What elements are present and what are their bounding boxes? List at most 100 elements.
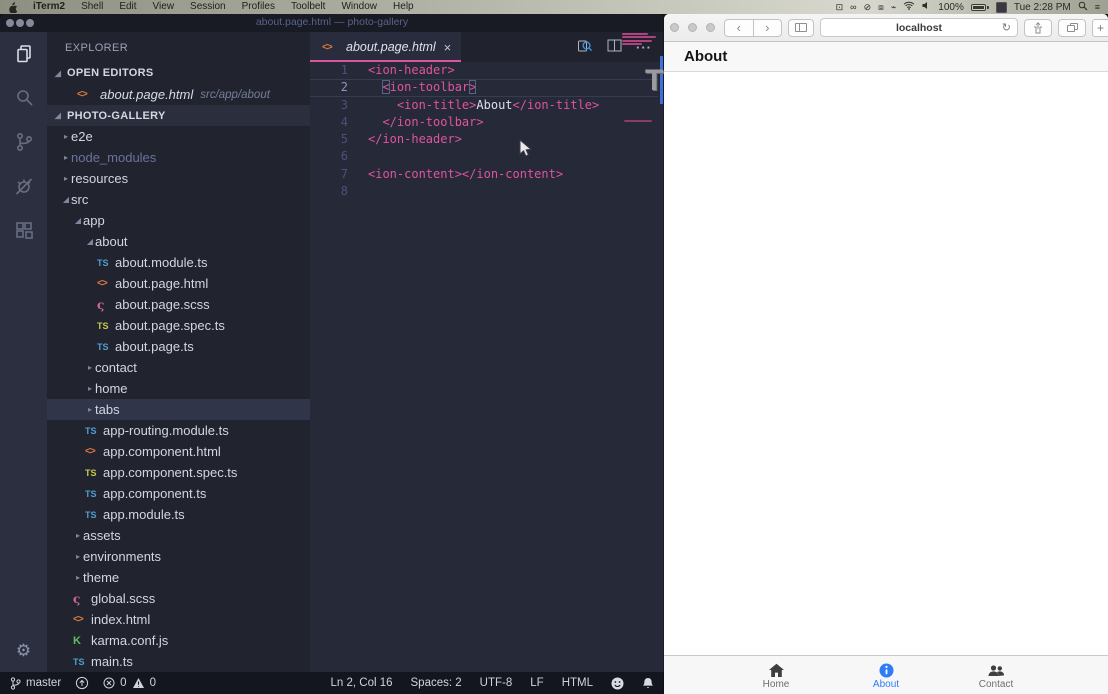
line-content (348, 183, 368, 200)
code-line[interactable]: 1<ion-header> (310, 62, 664, 79)
extensions-icon[interactable] (0, 208, 47, 252)
tree-item-about.module.ts[interactable]: TSabout.module.ts (47, 252, 310, 273)
code-line[interactable]: 7<ion-content></ion-content> (310, 166, 664, 183)
git-branch-item[interactable]: master (10, 677, 61, 690)
statusbar-item-0[interactable]: Ln 2, Col 16 (331, 677, 393, 689)
tree-item-app.component.ts[interactable]: TSapp.component.ts (47, 483, 310, 504)
tree-item-app.module.ts[interactable]: TSapp.module.ts (47, 504, 310, 525)
airplay-icon[interactable]: ⧈ (878, 0, 884, 14)
tree-item-assets[interactable]: ▸assets (47, 525, 310, 546)
menu-shell[interactable]: Shell (73, 0, 111, 14)
glasses-icon[interactable]: ∞ (850, 0, 856, 14)
code-line[interactable]: 6 (310, 148, 664, 165)
tree-item-resources[interactable]: ▸resources (47, 168, 310, 189)
tab-about[interactable]: About (831, 660, 941, 690)
input-source-icon[interactable]: ⌁ (891, 0, 896, 14)
tree-item-contact[interactable]: ▸contact (47, 357, 310, 378)
code-line[interactable]: 3 <ion-title>About</ion-title> (310, 97, 664, 114)
menu-app-name[interactable]: iTerm2 (25, 0, 73, 14)
code-line[interactable]: 4 </ion-toolbar> (310, 114, 664, 131)
address-bar[interactable]: localhost ↻ (820, 18, 1018, 37)
explorer-icon[interactable] (0, 32, 47, 76)
tab-overview-button[interactable] (1058, 19, 1086, 37)
tree-item-about.page.scss[interactable]: ςabout.page.scss (47, 294, 310, 315)
tree-item-app.component.spec.ts[interactable]: TSapp.component.spec.ts (47, 462, 310, 483)
tree-item-about.page.ts[interactable]: TSabout.page.ts (47, 336, 310, 357)
minimap[interactable] (622, 33, 658, 47)
tree-item-about.page.spec.ts[interactable]: TSabout.page.spec.ts (47, 315, 310, 336)
tree-item-main.ts[interactable]: TSmain.ts (47, 651, 310, 672)
sidebar-toggle-button[interactable] (788, 19, 814, 37)
open-editor-item[interactable]: <> about.page.html src/app/about (47, 84, 310, 105)
split-editor-icon[interactable] (607, 38, 622, 56)
tree-item-node_modules[interactable]: ▸node_modules (47, 147, 310, 168)
statusbar-item-4[interactable]: HTML (562, 677, 593, 689)
back-button[interactable]: ‹ (725, 20, 753, 36)
forward-button[interactable]: › (754, 20, 782, 36)
new-tab-button[interactable]: + (1092, 19, 1108, 37)
debug-icon[interactable] (0, 164, 47, 208)
tree-item-global.scss[interactable]: ςglobal.scss (47, 588, 310, 609)
tab-about-page-html[interactable]: <> about.page.html × (310, 32, 461, 62)
tree-item-index.html[interactable]: <>index.html (47, 609, 310, 630)
statusbar-item-3[interactable]: LF (530, 677, 543, 689)
zoom-window-button[interactable] (706, 23, 715, 32)
tree-item-label: resources (71, 171, 128, 186)
problems-item[interactable]: 0 0 (103, 677, 156, 689)
project-section[interactable]: ◢ PHOTO-GALLERY (47, 105, 310, 126)
tree-item-e2e[interactable]: ▸e2e (47, 126, 310, 147)
settings-gear-icon[interactable]: ⚙ (0, 634, 47, 668)
statusbar-item-1[interactable]: Spaces: 2 (411, 677, 462, 689)
tree-item-theme[interactable]: ▸theme (47, 567, 310, 588)
do-not-disturb-icon[interactable]: ⊘ (864, 0, 872, 14)
tree-item-about.page.html[interactable]: <>about.page.html (47, 273, 310, 294)
tree-item-src[interactable]: ◢src (47, 189, 310, 210)
tree-item-home[interactable]: ▸home (47, 378, 310, 399)
screen-record-icon[interactable]: ⊡ (836, 0, 844, 14)
spotlight-icon[interactable] (1078, 1, 1088, 14)
tree-item-app-routing.module.ts[interactable]: TSapp-routing.module.ts (47, 420, 310, 441)
apple-menu-icon[interactable] (0, 2, 25, 13)
code-content[interactable]: 1<ion-header>2 <ion-toolbar>3 <ion-title… (310, 62, 664, 672)
scss-file-icon: ς (73, 592, 91, 606)
menu-session[interactable]: Session (182, 0, 234, 14)
tree-item-tabs[interactable]: ▸tabs (47, 399, 310, 420)
open-editors-section[interactable]: ◢ OPEN EDITORS (47, 62, 310, 84)
publish-changes-button[interactable] (75, 676, 89, 690)
menu-help[interactable]: Help (385, 0, 422, 14)
menubar-clock[interactable]: Tue 2:28 PM (1014, 2, 1071, 13)
menubar-app-icon[interactable] (996, 2, 1007, 13)
tree-item-label: src (71, 192, 88, 207)
source-control-icon[interactable] (0, 120, 47, 164)
search-icon[interactable] (0, 76, 47, 120)
minimize-window-button[interactable] (688, 23, 697, 32)
code-line[interactable]: 5</ion-header> (310, 131, 664, 148)
tree-item-app[interactable]: ◢app (47, 210, 310, 231)
share-button[interactable] (1024, 19, 1052, 37)
menu-view[interactable]: View (145, 0, 183, 14)
tree-item-app.component.html[interactable]: <>app.component.html (47, 441, 310, 462)
code-line[interactable]: 8 (310, 183, 664, 200)
tree-item-about[interactable]: ◢about (47, 231, 310, 252)
tab-home[interactable]: Home (721, 660, 831, 690)
notification-center-icon[interactable]: ≡ (1095, 0, 1100, 14)
menu-edit[interactable]: Edit (111, 0, 144, 14)
menu-toolbelt[interactable]: Toolbelt (283, 0, 333, 14)
close-tab-icon[interactable]: × (444, 40, 452, 55)
reload-icon[interactable]: ↻ (1002, 21, 1011, 34)
statusbar-item-2[interactable]: UTF-8 (480, 677, 513, 689)
wifi-icon[interactable] (903, 1, 915, 13)
feedback-smiley-icon[interactable] (611, 677, 624, 690)
vscode-titlebar[interactable]: about.page.html — photo-gallery (0, 14, 664, 32)
code-line[interactable]: 2 <ion-toolbar> (310, 79, 664, 96)
tab-contact[interactable]: Contact (941, 661, 1051, 690)
volume-icon[interactable] (922, 1, 931, 13)
menu-window[interactable]: Window (333, 0, 385, 14)
tree-item-environments[interactable]: ▸environments (47, 546, 310, 567)
tree-item-karma.conf.js[interactable]: Kkarma.conf.js (47, 630, 310, 651)
close-window-button[interactable] (670, 23, 679, 32)
open-changes-icon[interactable] (577, 38, 593, 57)
notifications-bell-icon[interactable] (642, 677, 654, 690)
menu-profiles[interactable]: Profiles (234, 0, 283, 14)
minimap-block (624, 120, 654, 124)
